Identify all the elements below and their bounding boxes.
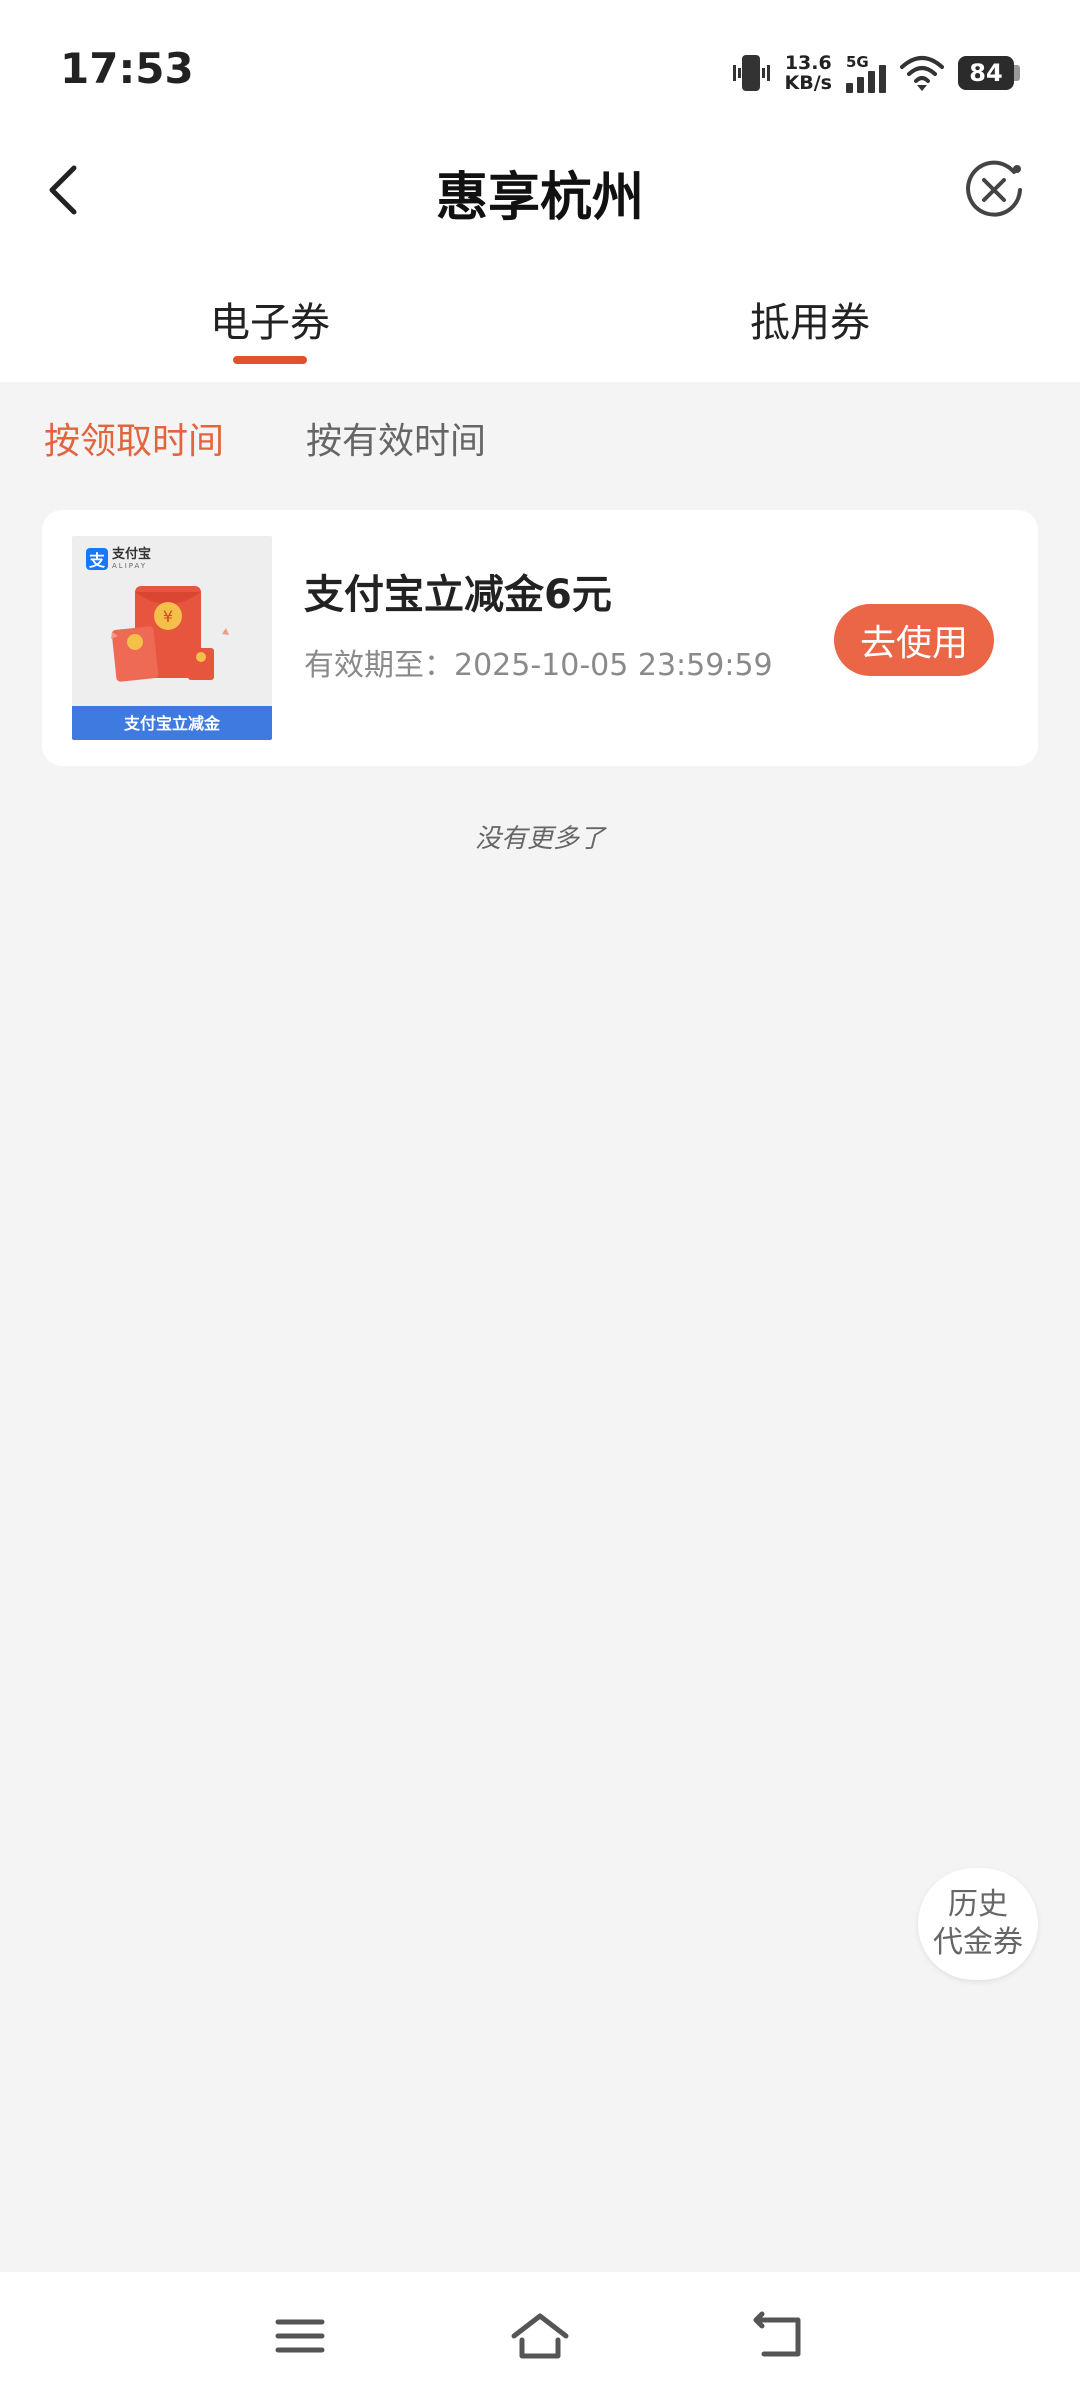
tab-voucher[interactable]: 抵用券 [540,290,1080,348]
battery-level: 84 [958,56,1014,90]
tab-bar: 电子券 抵用券 [0,280,1080,380]
coupon-card[interactable]: 支 支付宝 ALIPAY ¥ 支付宝立减金 支付宝立减金6元 有效期至：2025… [42,510,1038,766]
signal-icon: 5G [846,53,886,93]
system-nav-bar [0,2272,1080,2400]
coupon-validity: 有效期至：2025-10-05 23:59:59 [304,648,773,683]
vibrate-icon [731,53,771,93]
battery-icon: 84 [958,56,1020,90]
history-vouchers-button[interactable]: 历史 代金券 [918,1868,1038,1980]
network-type: 5G [846,53,869,71]
wifi-icon [900,56,944,91]
history-button-line1: 历史 [948,1887,1008,1922]
network-speed-unit: KB/s [784,72,832,94]
page-title: 惠享杭州 [435,168,644,228]
home-icon[interactable] [508,2308,572,2364]
red-envelope-icon: ¥ [111,586,229,682]
status-bar: 17:53 13.6 KB/s 5G 84 [0,0,1080,130]
use-coupon-button[interactable]: 去使用 [834,604,994,676]
coupon-name: 支付宝立减金6元 [304,572,612,618]
sort-by-valid-time[interactable]: 按有效时间 [306,412,486,464]
network-speed: 13.6 KB/s [785,53,832,93]
coupon-thumbnail: 支 支付宝 ALIPAY ¥ 支付宝立减金 [72,536,272,740]
close-circle-icon[interactable] [962,158,1026,222]
network-speed-value: 13.6 [784,52,832,74]
coupon-thumbnail-banner: 支付宝立减金 [72,706,272,740]
active-tab-indicator [233,356,307,364]
status-icons: 13.6 KB/s 5G 84 [731,48,1020,98]
svg-text:¥: ¥ [163,607,173,626]
sort-by-receive-time[interactable]: 按领取时间 [44,412,224,464]
status-time: 17:53 [60,44,194,93]
tab-ecoupon[interactable]: 电子券 [0,290,540,348]
sort-options: 按领取时间 按有效时间 [44,412,486,464]
page: 17:53 13.6 KB/s 5G 84 惠享杭州 电子券 抵用券 按领取时间… [0,0,1080,2400]
back-nav-icon[interactable] [748,2308,812,2364]
history-button-line2: 代金券 [933,1925,1023,1960]
list-end-text: 没有更多了 [474,824,605,854]
menu-icon[interactable] [268,2308,332,2364]
